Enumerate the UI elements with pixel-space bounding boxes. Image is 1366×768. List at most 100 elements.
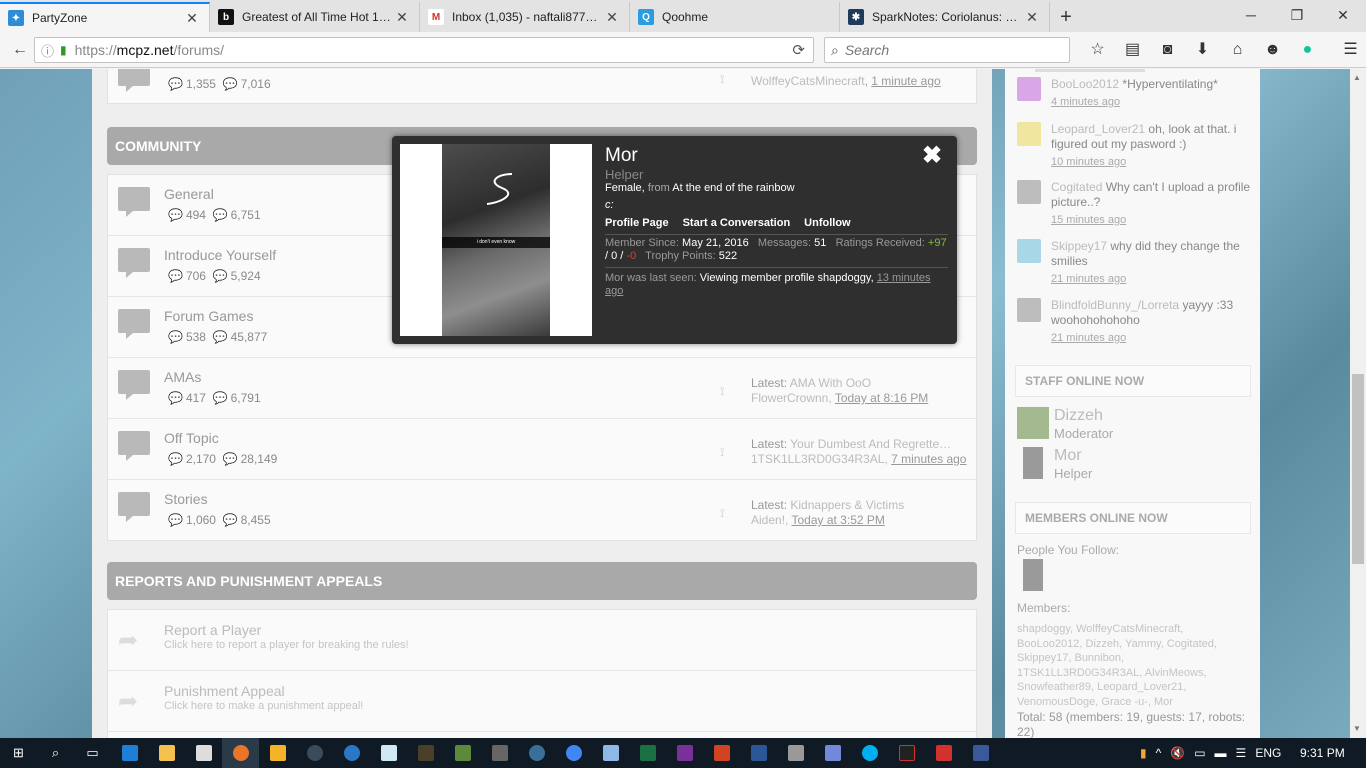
staff-name[interactable]: Mor bbox=[1054, 447, 1082, 465]
volume-muted-icon[interactable]: 🔇 bbox=[1170, 746, 1185, 760]
rss-icon[interactable]: ⟟ bbox=[720, 384, 724, 399]
avatar[interactable] bbox=[1017, 407, 1049, 439]
firefox-icon[interactable] bbox=[222, 738, 259, 768]
avatar[interactable] bbox=[1017, 298, 1041, 322]
app-icon[interactable] bbox=[333, 738, 370, 768]
forum-node-amas[interactable]: AMAs 💬 417 💬 6,791 ⟟ Latest: AMA With OoO F… bbox=[108, 358, 976, 419]
tab-qoohme[interactable]: Q Qoohme bbox=[630, 2, 840, 32]
forum-title[interactable]: Introduce Yourself bbox=[164, 247, 276, 263]
latest-thread-title[interactable]: AMA With OoO bbox=[790, 376, 871, 390]
download-icon[interactable]: ⬇ bbox=[1185, 36, 1220, 64]
word-icon[interactable] bbox=[740, 738, 777, 768]
close-icon[interactable]: ✖ bbox=[922, 144, 942, 168]
latest-user[interactable]: Aiden!, bbox=[751, 513, 788, 527]
start-conversation-link[interactable]: Start a Conversation bbox=[683, 217, 791, 229]
windows-start-icon[interactable]: ⊞ bbox=[0, 738, 37, 768]
restore-icon[interactable]: ❐ bbox=[1274, 0, 1320, 30]
forum-node-off-topic[interactable]: Off Topic 💬 2,170 💬 28,149 ⟟ Latest: Your … bbox=[108, 419, 976, 480]
acrobat-icon[interactable] bbox=[925, 738, 962, 768]
scrollbar-thumb[interactable] bbox=[1352, 374, 1364, 564]
window-close-icon[interactable]: ✕ bbox=[1320, 0, 1366, 30]
link-node-report-player[interactable]: ➦ Report a Player Click here to report a… bbox=[108, 610, 976, 671]
powerpoint-icon[interactable] bbox=[703, 738, 740, 768]
media-player-icon[interactable] bbox=[259, 738, 296, 768]
forum-title[interactable]: General bbox=[164, 186, 214, 202]
staff-member[interactable]: Dizzeh Moderator bbox=[1017, 407, 1247, 443]
tab-gmail[interactable]: M Inbox (1,035) - naftali8778… ✕ bbox=[420, 2, 630, 32]
profile-page-link[interactable]: Profile Page bbox=[605, 217, 669, 229]
forum-title[interactable]: Forum Games bbox=[164, 308, 253, 324]
url-bar[interactable]: ⓘ ▮ https://mcpz.net/forums/ ⟳ bbox=[34, 37, 814, 63]
latest-user[interactable]: WolffeyCatsMinecraft bbox=[751, 74, 865, 88]
latest-user[interactable]: 1TSK1LL3RD0G34R3AL, bbox=[751, 452, 888, 466]
minimize-icon[interactable]: ─ bbox=[1228, 0, 1274, 30]
close-icon[interactable]: ✕ bbox=[183, 10, 201, 27]
scroll-up-icon[interactable]: ▲ bbox=[1353, 73, 1361, 82]
forum-title[interactable]: Stories bbox=[164, 491, 208, 507]
network-icon[interactable]: ▭ bbox=[1194, 746, 1205, 760]
notifications-icon[interactable]: ☰ bbox=[1236, 746, 1247, 760]
shout-user[interactable]: Leopard_Lover21 bbox=[1051, 122, 1145, 136]
reload-icon[interactable]: ⟳ bbox=[792, 41, 805, 59]
reading-list-icon[interactable]: ▤ bbox=[1115, 36, 1150, 64]
new-tab-button[interactable]: + bbox=[1050, 2, 1082, 32]
shout-user[interactable]: Cogitated bbox=[1051, 180, 1102, 194]
link-title[interactable]: Punishment Appeal bbox=[164, 683, 285, 699]
task-view-icon[interactable]: ▭ bbox=[74, 738, 111, 768]
shout-user[interactable]: Skippey17 bbox=[1051, 239, 1107, 253]
avatar[interactable] bbox=[1017, 239, 1041, 263]
staff-member[interactable]: Mor Helper bbox=[1017, 447, 1247, 483]
avatar[interactable] bbox=[1023, 559, 1043, 591]
avatar[interactable] bbox=[1017, 122, 1041, 146]
close-icon[interactable]: ✕ bbox=[603, 9, 621, 26]
menu-icon[interactable]: ☰ bbox=[1333, 36, 1366, 64]
avatar[interactable] bbox=[1017, 180, 1041, 204]
link-title[interactable]: Report a Player bbox=[164, 622, 261, 638]
language-indicator[interactable]: ENG bbox=[1255, 746, 1281, 760]
show-hidden-icons-icon[interactable]: ^ bbox=[1156, 746, 1162, 760]
display-app-icon[interactable] bbox=[888, 738, 925, 768]
extension-icon[interactable]: ☻ bbox=[1255, 36, 1290, 64]
store-icon[interactable] bbox=[185, 738, 222, 768]
member-avatar-photo[interactable]: i don't even know bbox=[442, 144, 550, 336]
edge-icon[interactable] bbox=[111, 738, 148, 768]
shout-user[interactable]: BlindfoldBunny_/Lorreta bbox=[1051, 298, 1179, 312]
member-name[interactable]: Mor bbox=[605, 145, 638, 167]
tools-icon[interactable] bbox=[481, 738, 518, 768]
home-icon[interactable]: ⌂ bbox=[1220, 36, 1255, 64]
discord-icon[interactable] bbox=[814, 738, 851, 768]
info-icon[interactable]: ⓘ bbox=[41, 41, 54, 60]
latest-thread-title[interactable]: Kidnappers & Victims bbox=[790, 498, 904, 512]
avatar[interactable] bbox=[1017, 77, 1041, 101]
staff-name[interactable]: Dizzeh bbox=[1054, 407, 1103, 425]
chrome-icon[interactable] bbox=[555, 738, 592, 768]
forum-node-stories[interactable]: Stories 💬 1,060 💬 8,455 ⟟ Latest: Kidnappe… bbox=[108, 480, 976, 541]
minecraft-icon[interactable] bbox=[444, 738, 481, 768]
avatar[interactable] bbox=[1023, 447, 1043, 479]
tray-app-icon[interactable]: ▮ bbox=[1140, 746, 1147, 760]
notepad-icon[interactable] bbox=[370, 738, 407, 768]
search-input[interactable]: ⌕ Search bbox=[824, 37, 1070, 63]
back-button[interactable]: ← bbox=[6, 36, 34, 64]
cube-app-icon[interactable] bbox=[592, 738, 629, 768]
rss-icon[interactable]: ⟟ bbox=[720, 72, 724, 87]
latest-thread-title[interactable]: Your Dumbest And Regrette… bbox=[790, 437, 951, 451]
taskbar-clock[interactable]: 9:31 PM bbox=[1300, 738, 1345, 768]
search-icon[interactable]: ⌕ bbox=[37, 738, 74, 768]
last-seen-activity[interactable]: Viewing member profile shapdoggy, bbox=[700, 272, 874, 284]
page-scrollbar[interactable]: ▲ ▼ bbox=[1350, 69, 1366, 738]
rss-icon[interactable]: ⟟ bbox=[720, 445, 724, 460]
audio-app-icon[interactable] bbox=[407, 738, 444, 768]
forum-title[interactable]: AMAs bbox=[164, 369, 201, 385]
bookmark-star-icon[interactable]: ☆ bbox=[1080, 36, 1115, 64]
shout-user[interactable]: BooLoo2012 bbox=[1051, 77, 1119, 91]
speaker-app-icon[interactable] bbox=[777, 738, 814, 768]
pocket-icon[interactable]: ◙ bbox=[1150, 36, 1185, 64]
close-icon[interactable]: ✕ bbox=[1023, 9, 1041, 26]
battery-icon[interactable]: ▬ bbox=[1215, 746, 1227, 760]
close-icon[interactable]: ✕ bbox=[393, 9, 411, 26]
game-icon[interactable] bbox=[518, 738, 555, 768]
members-online-list[interactable]: shapdoggy, WolffeyCatsMinecraft, BooLoo2… bbox=[1017, 622, 1247, 710]
grammarly-icon[interactable]: ● bbox=[1290, 36, 1325, 64]
link-node-punishment-appeal[interactable]: ➦ Punishment Appeal Click here to make a… bbox=[108, 671, 976, 732]
